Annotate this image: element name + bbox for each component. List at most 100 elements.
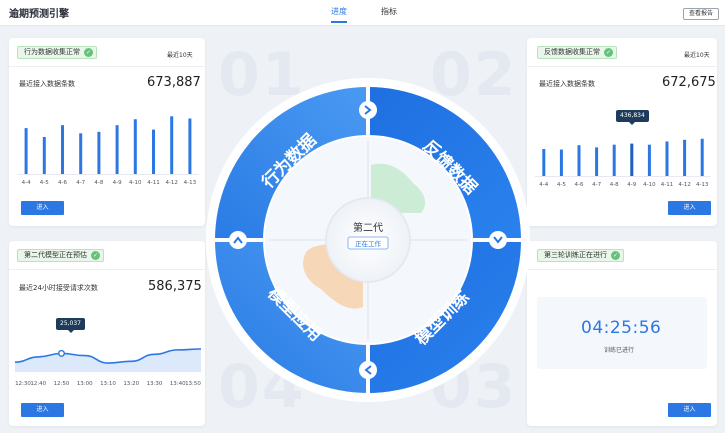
x-tick-label: 13:50	[185, 381, 201, 387]
enter-button[interactable]: 进入	[21, 403, 64, 417]
x-tick-label: 4-10	[129, 180, 142, 186]
x-tick-label: 4-7	[592, 182, 601, 188]
x-tick-label: 4-8	[610, 182, 619, 188]
divider	[527, 269, 717, 270]
x-tick-label: 4-6	[575, 182, 584, 188]
metric-label: 最近24小时接受请求次数	[19, 284, 98, 292]
training-timer: 04:25:56	[581, 318, 662, 338]
bar	[61, 125, 64, 174]
status-badge: 反馈数据收集正常 ✓	[537, 46, 617, 59]
chevron-up-icon[interactable]	[229, 231, 247, 249]
view-report-button[interactable]: 查看报告	[683, 8, 719, 20]
chevron-right-icon[interactable]	[359, 101, 377, 119]
bar	[612, 144, 616, 176]
check-icon: ✓	[611, 251, 620, 260]
x-tick-label: 4-8	[94, 180, 103, 186]
bar	[115, 125, 119, 174]
model-area-chart: 12:30 12:40 12:50 13:00 13:10 13:20 13:30 13:40…	[15, 348, 201, 387]
x-tick-label: 4-7	[76, 180, 85, 186]
x-tick-label: 4-5	[557, 182, 566, 188]
metric-value: 672,675	[662, 75, 716, 90]
bar	[542, 149, 546, 176]
metric-value: 586,375	[148, 279, 202, 294]
check-icon: ✓	[91, 251, 100, 260]
bar	[97, 131, 101, 174]
x-tick-label: 12:40	[30, 381, 46, 387]
x-tick-label: 13:40	[170, 381, 186, 387]
app-title: 逾期预测引擎	[9, 9, 69, 20]
status-badge-label: 第二代模型正在预估	[24, 251, 87, 259]
x-tick-label: 12:50	[54, 381, 70, 387]
bar	[559, 149, 563, 176]
x-tick-label: 4-6	[58, 180, 67, 186]
enter-button[interactable]: 进入	[668, 403, 711, 417]
data-point	[58, 349, 66, 357]
training-timer-label: 训练已进行	[604, 347, 635, 354]
chevron-left-icon[interactable]	[359, 361, 377, 379]
x-tick-label: 4-13	[696, 182, 709, 188]
bar	[665, 141, 669, 176]
bar	[577, 145, 581, 176]
status-badge: 行为数据收集正常 ✓	[17, 46, 97, 59]
x-tick-label: 4-9	[113, 180, 122, 186]
area-fill	[15, 349, 201, 371]
bar	[630, 143, 634, 176]
x-tick-label: 13:30	[147, 381, 163, 387]
check-icon: ✓	[604, 48, 613, 57]
check-icon: ✓	[84, 48, 93, 57]
x-tick-label: 4-11	[661, 182, 673, 188]
top-bar: 逾期预测引擎 进度 指标 查看报告	[0, 0, 725, 26]
x-tick-label: 4-9	[627, 182, 636, 188]
feedback-bar-chart: 4-4 4-5 4-6 4-7 4-8 4-9 4-10 4-11 4-12 4-13	[535, 138, 711, 188]
x-tick-label: 4-4	[539, 182, 548, 188]
bar	[700, 138, 704, 176]
status-badge: 第三轮训练正在进行 ✓	[537, 249, 624, 262]
tab-metrics[interactable]: 指标	[381, 6, 397, 17]
divider	[9, 269, 205, 270]
x-tick-label: 4-5	[40, 180, 49, 186]
x-tick-label: 4-11	[147, 180, 159, 186]
bar	[24, 128, 28, 174]
chevron-down-icon[interactable]	[489, 231, 507, 249]
bar	[170, 116, 174, 174]
x-tick-label: 4-13	[184, 180, 197, 186]
bar	[42, 137, 46, 174]
pipeline-wheel: 第二代 正在工作 行为数据 反馈数据 模型训练 模型应用	[206, 78, 530, 402]
metric-label: 最近接入数据条数	[539, 80, 595, 88]
x-tick-label: 4-10	[643, 182, 656, 188]
x-tick-label: 13:00	[77, 381, 93, 387]
enter-button[interactable]: 进入	[21, 201, 64, 215]
bar	[647, 144, 651, 176]
x-tick-label: 13:10	[100, 381, 116, 387]
x-tick-label: 4-12	[678, 182, 690, 188]
metric-label: 最近接入数据条数	[19, 80, 75, 88]
tab-progress[interactable]: 进度	[331, 6, 347, 17]
status-badge-label: 行为数据收集正常	[24, 48, 80, 56]
bar	[79, 133, 83, 174]
feedback-data-card: 反馈数据收集正常 ✓ 最近10天 最近接入数据条数 672,675 436,83…	[527, 38, 717, 226]
status-badge-label: 反馈数据收集正常	[544, 48, 600, 56]
x-tick-label: 4-4	[22, 180, 31, 186]
center-status: 正在工作	[355, 239, 382, 248]
active-tab-indicator	[331, 21, 347, 23]
divider	[527, 66, 717, 67]
behavior-bar-chart: 4-4 4-5 4-6 4-7 4-8 4-9 4-10 4-11 4-12 4-13	[17, 116, 199, 186]
date-range-label: 最近10天	[684, 52, 710, 59]
metric-value: 673,887	[147, 75, 201, 90]
bar	[152, 129, 155, 174]
divider	[9, 66, 205, 67]
status-badge: 第二代模型正在预估 ✓	[17, 249, 104, 262]
bar	[133, 119, 137, 174]
x-tick-label: 4-12	[165, 180, 177, 186]
bar-tooltip: 436,834	[616, 110, 649, 125]
bar	[595, 147, 599, 176]
x-tick-label: 13:20	[123, 381, 139, 387]
status-badge-label: 第三轮训练正在进行	[544, 251, 607, 259]
behavior-data-card: 行为数据收集正常 ✓ 最近10天 最近接入数据条数 673,887 4-4 4-5…	[9, 38, 205, 226]
x-tick-label: 12:30	[15, 381, 31, 387]
bar	[188, 118, 192, 174]
center-title: 第二代	[353, 221, 383, 234]
training-card: 第三轮训练正在进行 ✓ 04:25:56 训练已进行 进入	[527, 241, 717, 426]
bar	[683, 139, 687, 176]
enter-button[interactable]: 进入	[668, 201, 711, 215]
